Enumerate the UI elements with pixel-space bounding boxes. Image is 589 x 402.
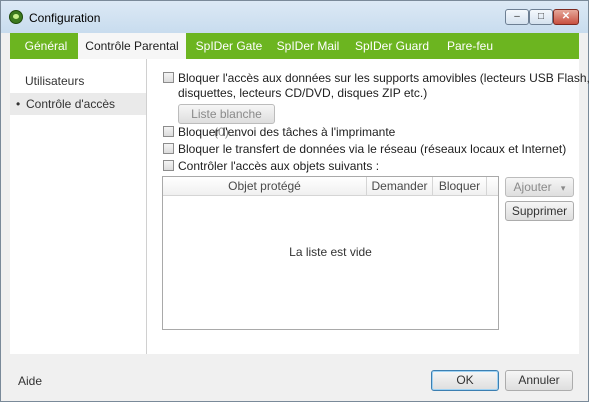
add-button[interactable]: Ajouter ▾ (505, 177, 574, 197)
sidebar-item-access-control[interactable]: • Contrôle d'accès (10, 93, 146, 115)
tab-general[interactable]: Général (16, 33, 76, 59)
removable-media-checkbox[interactable] (163, 72, 174, 83)
add-button-label: Ajouter (513, 180, 552, 194)
title-bar: Configuration – □ ✕ (1, 1, 588, 33)
sidebar-item-users[interactable]: Utilisateurs (10, 70, 146, 92)
dialog-footer: Aide OK Annuler (1, 363, 588, 401)
removable-media-label-line2: disquettes, lecteurs CD/DVD, disques ZIP… (178, 86, 428, 100)
drweb-spider-icon (9, 10, 23, 24)
tab-spider-gate[interactable]: SpIDer Gate (191, 33, 267, 59)
column-header-protected-object[interactable]: Objet protégé (163, 177, 367, 195)
whitelist-button[interactable]: Liste blanche (0)... (178, 104, 275, 139)
help-link[interactable]: Aide (18, 374, 42, 388)
configuration-window: Configuration – □ ✕ Général Contrôle Par… (0, 0, 589, 402)
ok-button[interactable]: OK (431, 370, 499, 391)
sidebar: Utilisateurs • Contrôle d'accès (10, 59, 147, 354)
printer-checkbox[interactable] (163, 126, 174, 137)
network-checkbox[interactable] (163, 143, 174, 154)
table-header: Objet protégé Demander Bloquer (163, 177, 498, 196)
tab-parental-control[interactable]: Contrôle Parental (78, 33, 186, 60)
cancel-button[interactable]: Annuler (505, 370, 573, 391)
objects-label: Contrôler l'accès aux objets suivants : (178, 159, 380, 173)
remove-button[interactable]: Supprimer (505, 201, 574, 221)
removable-media-label-line1: Bloquer l'accès aux données sur les supp… (178, 71, 589, 85)
close-button[interactable]: ✕ (553, 9, 579, 25)
printer-label: Bloquer l'envoi des tâches à l'imprimant… (178, 125, 396, 139)
column-header-ask[interactable]: Demander (367, 177, 433, 195)
minimize-button[interactable]: – (505, 9, 529, 25)
window-title: Configuration (29, 11, 101, 25)
sidebar-item-label: Contrôle d'accès (26, 97, 116, 111)
tab-spider-guard[interactable]: SpIDer Guard (350, 33, 434, 59)
objects-checkbox[interactable] (163, 160, 174, 171)
chevron-down-icon: ▾ (560, 183, 566, 193)
tab-firewall[interactable]: Pare-feu (440, 33, 500, 59)
column-header-block[interactable]: Bloquer (433, 177, 487, 195)
bullet-icon: • (16, 97, 21, 111)
sidebar-item-label: Utilisateurs (25, 74, 85, 88)
tab-bar: Général Contrôle Parental SpIDer Gate Sp… (10, 33, 579, 60)
maximize-button[interactable]: □ (529, 9, 553, 25)
empty-list-message: La liste est vide (289, 245, 372, 259)
settings-panel: Utilisateurs • Contrôle d'accès Bloquer l… (10, 59, 589, 354)
tab-spider-mail[interactable]: SpIDer Mail (272, 33, 344, 59)
network-label: Bloquer le transfert de données via le r… (178, 142, 567, 156)
protected-objects-table[interactable]: Objet protégé Demander Bloquer La liste … (162, 176, 499, 330)
